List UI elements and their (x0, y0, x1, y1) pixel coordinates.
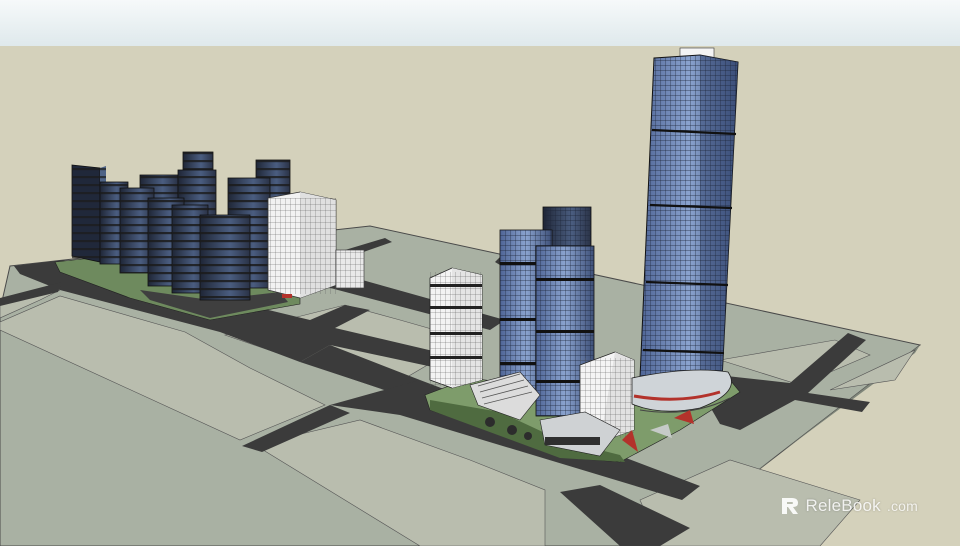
low-block-l (335, 249, 365, 289)
watermark-name: ReleBook (805, 496, 881, 515)
watermark-tld: .com (886, 498, 918, 514)
watermark: ReleBook .com (780, 496, 918, 516)
sky-band (0, 0, 960, 46)
tower-supertall (639, 47, 739, 387)
relebook-logo-icon (781, 498, 798, 514)
tower-l-7 (199, 214, 251, 301)
tower-l-white (267, 191, 337, 299)
city-model-scene (0, 0, 960, 546)
tower-r-white-left (429, 267, 483, 389)
